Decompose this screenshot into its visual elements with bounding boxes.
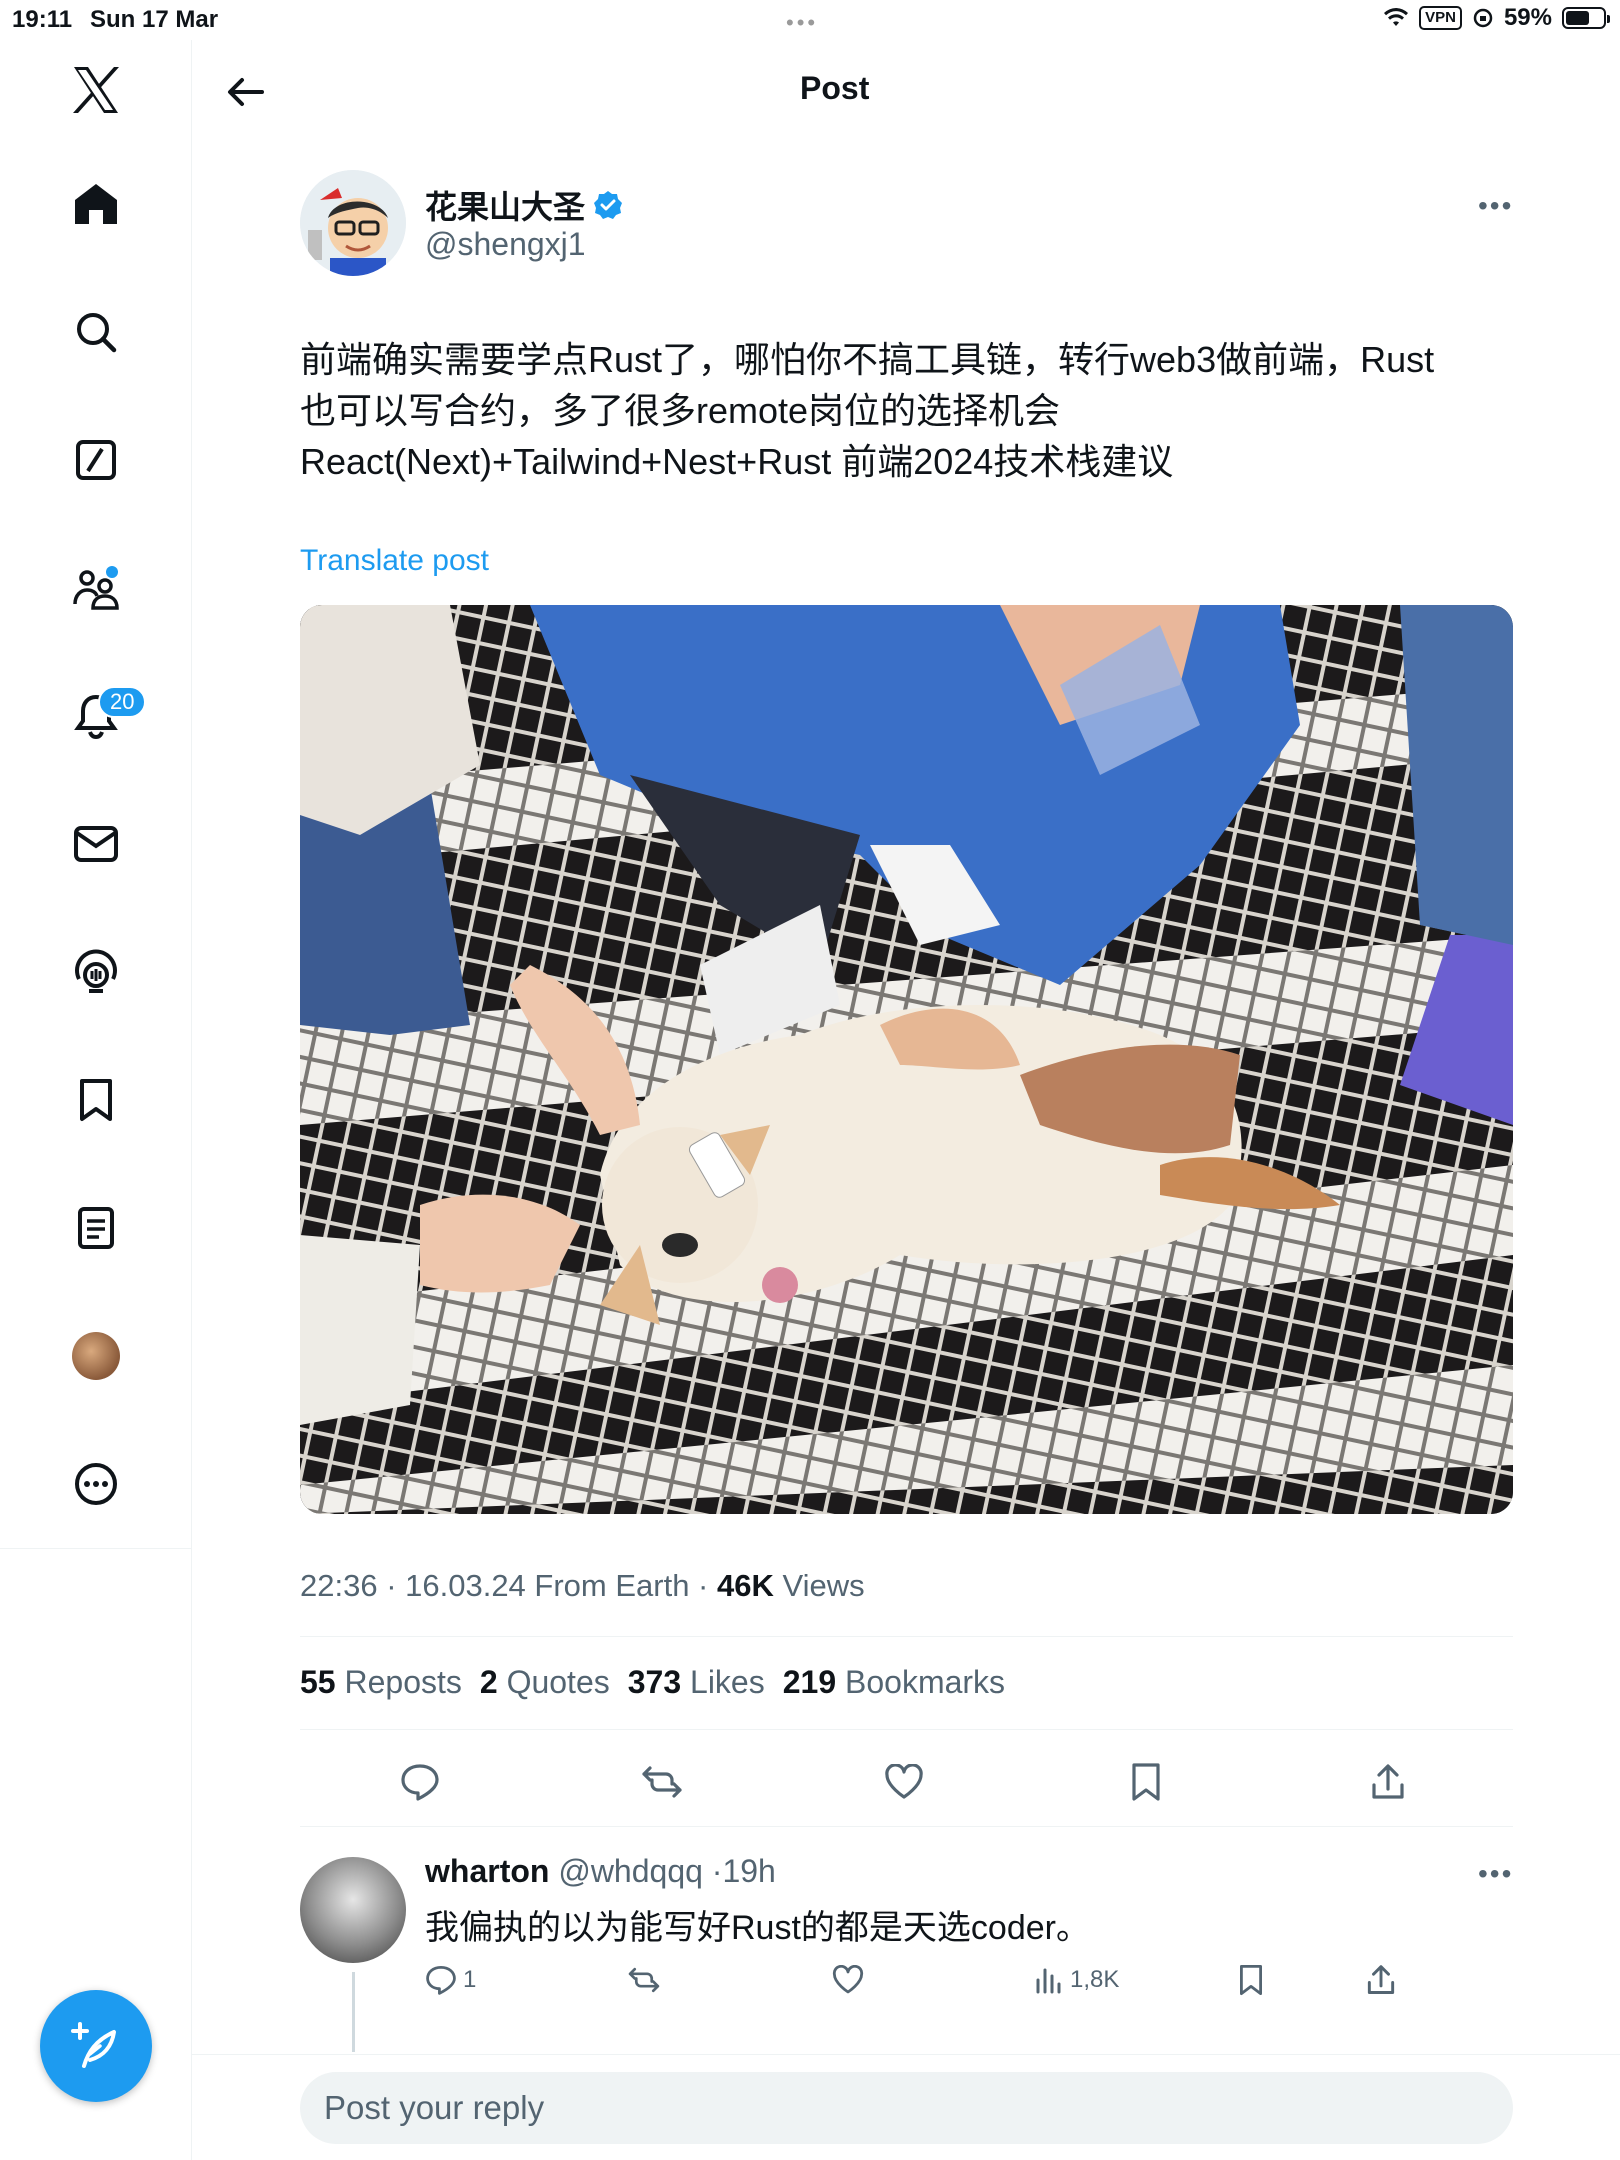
reply-icon bbox=[401, 1764, 439, 1801]
post-text: 前端确实需要学点Rust了，哪怕你不搞工具链，转行web3做前端，Rust 也可… bbox=[300, 334, 1520, 487]
share-icon bbox=[1367, 1965, 1395, 1994]
author-handle[interactable]: @shengxj1 bbox=[425, 226, 586, 263]
repost-icon bbox=[628, 1967, 660, 1993]
reply-header: wharton @whdqqq ·19h bbox=[425, 1853, 776, 1890]
x-logo-icon[interactable] bbox=[60, 54, 132, 126]
verified-badge-icon bbox=[594, 191, 623, 219]
bookmarks-stat[interactable]: 219 Bookmarks bbox=[783, 1664, 1005, 1701]
post-text-line: 前端确实需要学点Rust了，哪怕你不搞工具链，转行web3做前端，Rust bbox=[300, 339, 1435, 380]
likes-stat[interactable]: 373 Likes bbox=[628, 1664, 765, 1701]
reply-input[interactable] bbox=[300, 2072, 1513, 2144]
notifications-badge: 20 bbox=[98, 686, 147, 718]
multitasking-dots-icon[interactable]: ••• bbox=[786, 10, 818, 36]
reply-time[interactable]: 19h bbox=[722, 1853, 775, 1889]
arrow-left-icon bbox=[228, 78, 264, 106]
battery-icon bbox=[1562, 7, 1610, 29]
status-time: 19:11 bbox=[12, 6, 73, 33]
reply-repost-button[interactable] bbox=[627, 1960, 661, 2000]
analytics-icon bbox=[1036, 1968, 1061, 1994]
views-label: Views bbox=[773, 1568, 865, 1603]
sidebar-divider bbox=[0, 1548, 192, 1549]
reply-button[interactable] bbox=[390, 1752, 450, 1812]
post-meta: 22:36 · 16.03.24 From Earth · 46K Views bbox=[300, 1568, 865, 1604]
thread-line bbox=[352, 1972, 355, 2052]
lists-icon[interactable] bbox=[60, 1192, 132, 1264]
reply-author-handle[interactable]: @whdqqq bbox=[558, 1853, 703, 1889]
divider bbox=[300, 1826, 1513, 1827]
heart-icon bbox=[832, 1965, 864, 1994]
post-image[interactable] bbox=[300, 605, 1513, 1514]
post-text-line: React(Next)+Tailwind+Nest+Rust 前端2024技术栈… bbox=[300, 441, 1174, 482]
reply-share-button[interactable] bbox=[1366, 1960, 1396, 2000]
compose-post-button[interactable] bbox=[40, 1990, 152, 2102]
spaces-icon[interactable] bbox=[60, 936, 132, 1008]
reply-icon bbox=[426, 1965, 456, 1995]
repost-button[interactable] bbox=[632, 1752, 692, 1812]
reply-separator: · bbox=[711, 1853, 723, 1889]
repost-icon bbox=[642, 1766, 682, 1798]
notifications-icon[interactable]: 20 bbox=[60, 680, 147, 752]
composer-divider bbox=[192, 2054, 1620, 2055]
post-more-options-icon[interactable]: ••• bbox=[1478, 190, 1513, 222]
back-button[interactable] bbox=[216, 62, 276, 122]
reply-views-button[interactable]: 1,8K bbox=[1034, 1960, 1119, 2000]
views-count: 46K bbox=[717, 1568, 774, 1603]
post-text-line: 也可以写合约，多了很多remote岗位的选择机会 bbox=[300, 390, 1061, 431]
reply-composer[interactable] bbox=[300, 2072, 1513, 2144]
wifi-icon bbox=[1384, 8, 1409, 26]
heart-icon bbox=[885, 1764, 923, 1799]
sidebar: 20 bbox=[0, 40, 192, 2160]
bookmark-icon bbox=[1240, 1965, 1263, 1995]
reply-views-count: 1,8K bbox=[1070, 1966, 1120, 1993]
page-title: Post bbox=[800, 70, 870, 106]
communities-icon[interactable] bbox=[60, 552, 132, 624]
reply-bookmark-button[interactable] bbox=[1238, 1960, 1264, 2000]
battery-percent: 59% bbox=[1503, 4, 1552, 31]
reply-author-name[interactable]: wharton bbox=[425, 1853, 549, 1889]
search-icon[interactable] bbox=[60, 296, 132, 368]
orientation-lock-icon bbox=[1473, 8, 1493, 28]
quotes-stat[interactable]: 2 Quotes bbox=[480, 1664, 610, 1701]
reply-text: 我偏执的以为能写好Rust的都是天选coder。 bbox=[425, 1909, 1090, 1947]
home-icon[interactable] bbox=[60, 168, 132, 240]
status-bar: 19:11 Sun 17 Mar ••• VPN 59% bbox=[0, 0, 1620, 40]
author-avatar[interactable] bbox=[300, 170, 406, 276]
messages-icon[interactable] bbox=[60, 808, 132, 880]
vpn-indicator: VPN bbox=[1419, 6, 1462, 30]
reply-replies-count: 1 bbox=[463, 1966, 477, 1993]
grok-icon[interactable] bbox=[60, 424, 132, 496]
bookmarks-icon[interactable] bbox=[60, 1064, 132, 1136]
share-icon bbox=[1372, 1764, 1404, 1799]
translate-post-link[interactable]: Translate post bbox=[300, 544, 489, 578]
more-icon[interactable] bbox=[60, 1448, 132, 1520]
status-indicators: VPN 59% bbox=[1383, 4, 1610, 32]
post-stats: 55 Reposts 2 Quotes 373 Likes 219 Bookma… bbox=[300, 1664, 1005, 1701]
avatar bbox=[72, 1332, 120, 1380]
author-name[interactable]: 花果山大圣 bbox=[425, 182, 623, 228]
profile-avatar[interactable] bbox=[60, 1320, 132, 1392]
reply-author-avatar[interactable] bbox=[300, 1857, 406, 1963]
author-name-text: 花果山大圣 bbox=[425, 189, 586, 225]
status-date: Sun 17 Mar bbox=[90, 6, 219, 33]
reply-more-options-icon[interactable]: ••• bbox=[1478, 1858, 1513, 1890]
divider bbox=[300, 1729, 1513, 1730]
reply-reply-button[interactable]: 1 bbox=[425, 1960, 476, 2000]
post-timestamp[interactable]: 22:36 · 16.03.24 From Earth · bbox=[300, 1568, 717, 1603]
divider bbox=[300, 1636, 1513, 1637]
reposts-stat[interactable]: 55 Reposts bbox=[300, 1664, 462, 1701]
communities-dot-badge bbox=[106, 566, 118, 578]
like-button[interactable] bbox=[874, 1752, 934, 1812]
share-button[interactable] bbox=[1358, 1752, 1418, 1812]
reply-like-button[interactable] bbox=[832, 1960, 864, 2000]
post-action-bar bbox=[300, 1752, 1513, 1812]
bookmark-button[interactable] bbox=[1116, 1752, 1176, 1812]
compose-feather-icon bbox=[71, 2022, 116, 2068]
bookmark-icon bbox=[1132, 1763, 1160, 1801]
